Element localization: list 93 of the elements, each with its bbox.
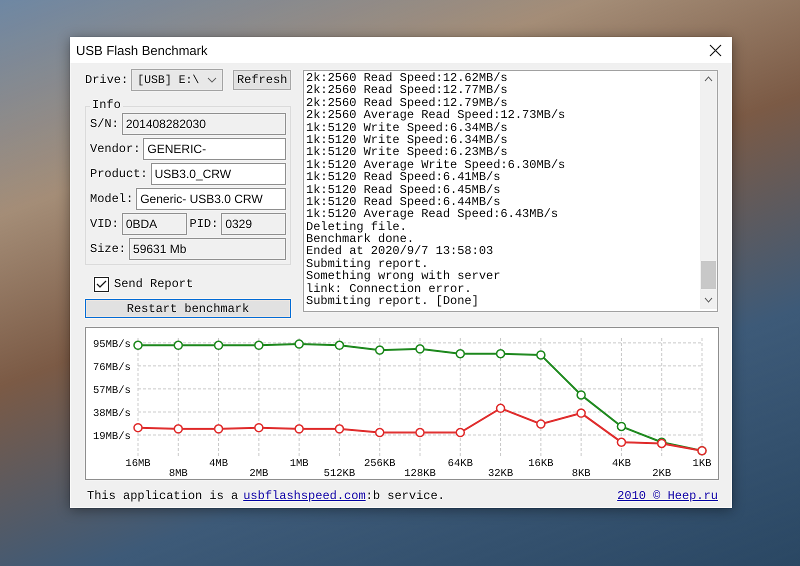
field-label: S/N: bbox=[90, 117, 119, 131]
log-line: 1k:5120 Read Speed:6.44MB/s bbox=[306, 196, 500, 208]
data-point bbox=[496, 349, 506, 358]
axis-label: 4MB bbox=[209, 458, 228, 470]
data-point bbox=[616, 422, 626, 432]
text-field[interactable]: 201408282030 bbox=[122, 113, 286, 135]
axis-label: 8KB bbox=[572, 468, 591, 479]
data-point bbox=[456, 428, 466, 438]
send-report-checkbox[interactable]: Send Report bbox=[94, 275, 291, 293]
axis-label: 2MB bbox=[249, 468, 268, 479]
axis-label: 38MB/s bbox=[93, 408, 131, 420]
text-field[interactable]: 0329 bbox=[221, 213, 286, 235]
drive-label: Drive: bbox=[85, 73, 128, 87]
data-point bbox=[374, 345, 384, 355]
log-line: 1k:5120 Average Read Speed:6.43MB/s bbox=[306, 208, 560, 221]
website-link[interactable]: usbflashspeed.com bbox=[243, 489, 366, 503]
axis-label: 256KB bbox=[364, 458, 396, 470]
data-point bbox=[254, 340, 264, 350]
data-point bbox=[294, 424, 304, 434]
window-title: USB Flash Benchmark bbox=[76, 42, 208, 58]
text-field[interactable]: GENERIC- bbox=[143, 138, 286, 160]
checkmark-icon bbox=[96, 280, 107, 288]
data-point bbox=[214, 424, 224, 434]
field-label: VID: bbox=[90, 217, 119, 231]
field-label: Product: bbox=[90, 167, 148, 181]
data-point bbox=[415, 428, 425, 438]
data-point bbox=[374, 428, 384, 438]
field-label: PID: bbox=[190, 217, 218, 231]
data-point bbox=[415, 344, 425, 354]
text-field[interactable]: 0BDA bbox=[122, 213, 186, 235]
axis-label: 2KB bbox=[652, 468, 672, 479]
log-line: 1k:5120 Write Speed:6.23MB/s bbox=[306, 146, 508, 159]
axis-label: 1MB bbox=[290, 458, 309, 470]
data-point bbox=[294, 339, 304, 349]
log-line: 2k:2560 Average Read Speed:12.73MB/s bbox=[306, 109, 566, 122]
log-line: 2k:2560 Read Speed:12.79MB/s bbox=[306, 96, 508, 110]
log-line: 1k:5120 Read Speed:6.41MB/s bbox=[306, 171, 500, 184]
data-point bbox=[334, 424, 344, 434]
footer-text: This application is a bbox=[87, 489, 238, 503]
data-point bbox=[536, 419, 546, 429]
data-point bbox=[174, 340, 184, 350]
axis-label: 32KB bbox=[488, 468, 514, 479]
log-line: link: Connection error. bbox=[306, 282, 472, 296]
log-line: Submiting report. [Done] bbox=[306, 295, 480, 308]
field-label: Model: bbox=[90, 192, 134, 206]
data-point bbox=[456, 349, 466, 358]
log-line: Benchmark done. bbox=[306, 233, 414, 246]
axis-label: 128KB bbox=[404, 468, 436, 479]
close-icon[interactable] bbox=[709, 44, 722, 56]
log-line: 1k:5120 Write Speed:6.34MB/s bbox=[306, 134, 509, 146]
log-line: 1k:5120 Write Speed:6.34MB/s bbox=[306, 122, 509, 134]
axis-label: 16MB bbox=[125, 458, 151, 470]
data-point bbox=[616, 438, 626, 447]
chevron-down-icon bbox=[207, 77, 218, 83]
data-point bbox=[133, 340, 143, 350]
text-field[interactable]: USB3.0_CRW bbox=[150, 163, 286, 185]
field-label: Vendor: bbox=[90, 142, 140, 156]
text-field[interactable]: 59631 Mb bbox=[129, 238, 286, 260]
text-field[interactable]: Generic- USB3.0 CRW bbox=[136, 188, 286, 210]
data-point bbox=[133, 422, 143, 432]
axis-label: 57MB/s bbox=[93, 384, 131, 397]
log-line: 1k:5120 Read Speed:6.45MB/s bbox=[306, 184, 502, 196]
scrollbar-drawing[interactable] bbox=[700, 71, 717, 309]
log-line: 1k:5120 Average Write Speed:6.30MB/s bbox=[306, 158, 566, 172]
data-point bbox=[174, 424, 184, 434]
data-point bbox=[536, 350, 546, 360]
axis-label: 4KB bbox=[612, 458, 631, 470]
axis-label: 1KB bbox=[692, 458, 712, 470]
axis-label: 8MB bbox=[168, 468, 188, 479]
axis-label: 16KB bbox=[528, 458, 554, 470]
log-line: 2k:2560 Read Speed:12.77MB/s bbox=[306, 84, 509, 97]
drive-dropdown[interactable]: [USB] E:\ bbox=[131, 69, 224, 91]
copyright-link[interactable]: 2010 © Heep.ru bbox=[617, 489, 718, 503]
axis-label: 76MB/s bbox=[93, 362, 131, 374]
restart-benchmark-button[interactable]: Restart benchmark bbox=[85, 299, 291, 318]
axis-label: 19MB/s bbox=[93, 430, 131, 443]
log-line: Ended at 2020/9/7 13:58:03 bbox=[306, 245, 494, 258]
axis-label: 64KB bbox=[448, 458, 473, 470]
data-point bbox=[254, 422, 264, 432]
log-line: Something wrong with server bbox=[306, 270, 502, 283]
data-point bbox=[576, 408, 586, 418]
log-line: 2k:2560 Read Speed:12.62MB/s bbox=[306, 72, 509, 84]
log-line: Submiting report. bbox=[306, 258, 428, 270]
axis-label: 512KB bbox=[324, 468, 356, 479]
data-point bbox=[496, 404, 506, 414]
axis-label: 95MB/s bbox=[93, 338, 131, 351]
field-label: Size: bbox=[90, 242, 126, 256]
footer-text: :b service. bbox=[366, 489, 445, 503]
log-line: Deleting file. bbox=[306, 220, 407, 234]
refresh-button[interactable]: Refresh bbox=[233, 70, 291, 90]
data-point bbox=[576, 390, 586, 400]
data-point bbox=[214, 340, 224, 350]
data-point bbox=[334, 340, 344, 350]
